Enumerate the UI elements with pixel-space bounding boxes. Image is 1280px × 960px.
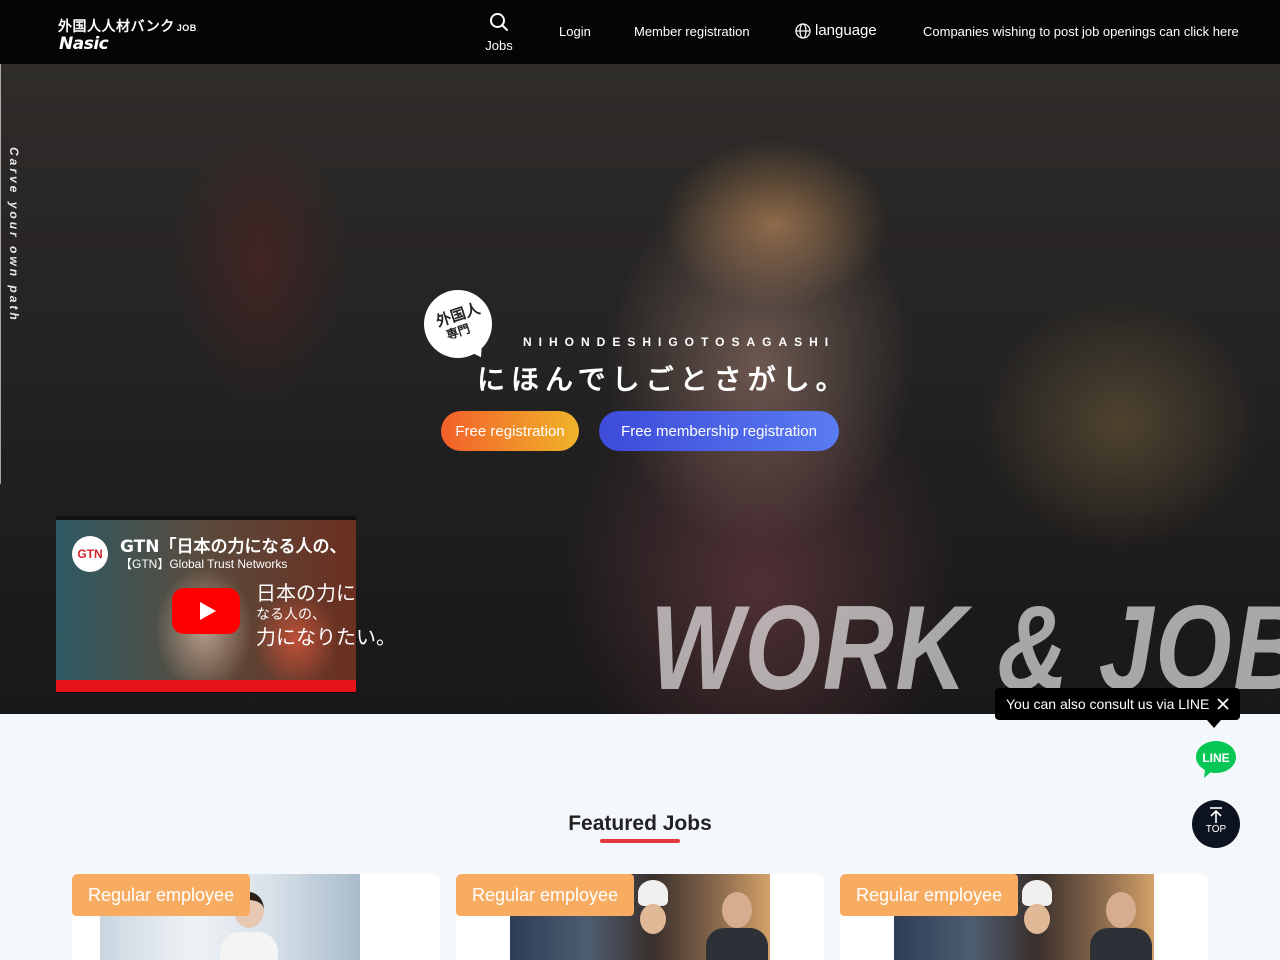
search-icon: [490, 13, 508, 31]
line-chat-button[interactable]: LINE: [1194, 738, 1238, 782]
site-header: 外国人人材バンク JOB Nasic Jobs Login Member regi…: [0, 0, 1280, 64]
youtube-video-embed[interactable]: GTN GTN「日本の力になる人の、 【GTN】Global Trust Net…: [56, 516, 396, 693]
line-icon: LINE: [1196, 741, 1236, 778]
foreigner-badge: 外国人 専門: [424, 290, 492, 362]
site-logo[interactable]: 外国人人材バンク JOB Nasic: [58, 14, 198, 54]
arrow-up-icon: [1210, 807, 1222, 823]
video-channel: 【GTN】Global Trust Networks: [120, 557, 288, 571]
logo-jp-text: 外国人人材バンク JOB: [58, 18, 197, 34]
employment-type-tag: Regular employee: [840, 874, 1019, 916]
hero-romaji: NIHONDESHIGOTOSAGASHI: [523, 335, 836, 349]
free-membership-button[interactable]: Free membership registration: [599, 411, 839, 451]
nav-jobs-label: Jobs: [485, 38, 513, 53]
employment-type-tag: Regular employee: [72, 874, 251, 916]
line-tooltip: You can also consult us via LINE: [995, 688, 1240, 728]
nav-login[interactable]: Login: [559, 24, 591, 39]
title-underline: [600, 839, 680, 843]
channel-logo[interactable]: GTN: [72, 536, 108, 572]
job-card[interactable]: Regular employee: [456, 874, 824, 960]
employment-type-tag: Regular employee: [456, 874, 635, 916]
language-label: language: [815, 22, 877, 39]
job-card[interactable]: Regular employee: [72, 874, 440, 960]
video-title[interactable]: GTN「日本の力になる人の、: [120, 532, 350, 557]
side-divider-line: [0, 64, 1, 484]
nav-jobs[interactable]: Jobs: [480, 12, 518, 60]
close-icon[interactable]: [1215, 696, 1231, 712]
back-to-top-button[interactable]: TOP: [1192, 800, 1240, 848]
video-progress-bar: [56, 680, 356, 692]
top-label: TOP: [1205, 824, 1227, 835]
nav-companies-link[interactable]: Companies wishing to post job openings c…: [923, 24, 1239, 39]
hero-section: Carve your own path 外国人 専門 NIHONDESHIGOT…: [0, 64, 1280, 714]
free-registration-button[interactable]: Free registration: [441, 411, 579, 451]
video-art-text: 日本の力に なる人の、 力になりたい。: [256, 581, 396, 649]
logo-en-text: Nasic: [59, 34, 109, 54]
hero-title: にほんでしごとさがし。: [477, 363, 850, 396]
side-tagline: Carve your own path: [7, 147, 21, 323]
line-tooltip-text: You can also consult us via LINE: [1006, 696, 1210, 712]
language-selector[interactable]: language: [795, 22, 877, 39]
nav-member-registration[interactable]: Member registration: [634, 24, 750, 39]
play-icon[interactable]: [172, 588, 240, 634]
svg-text:LINE: LINE: [1202, 751, 1229, 765]
globe-icon: [795, 22, 811, 39]
featured-jobs-title: Featured Jobs: [568, 812, 712, 835]
job-card[interactable]: Regular employee: [840, 874, 1208, 960]
